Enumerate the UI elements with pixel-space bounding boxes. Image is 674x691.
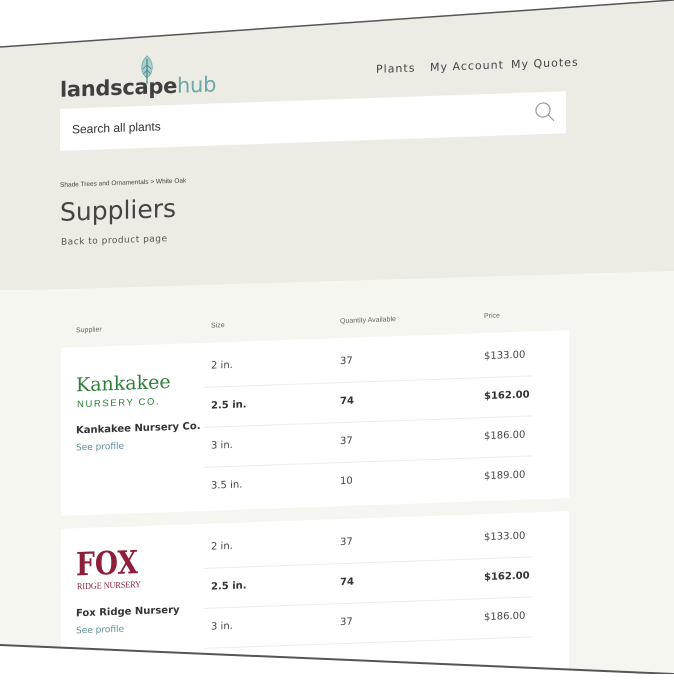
quantity-cell: 37 — [340, 616, 353, 629]
quantity-cell: 74 — [340, 395, 354, 408]
column-header-supplier: Supplier — [76, 326, 102, 335]
search-icon[interactable] — [534, 101, 556, 124]
column-header-price: Price — [484, 312, 500, 321]
kankakee-logo-text-1: Kankakee — [76, 371, 171, 396]
search-bar — [60, 91, 566, 151]
see-profile-kankakee[interactable]: See profile — [76, 442, 124, 454]
price-cell: $133.00 — [484, 349, 526, 363]
quantity-cell: 74 — [340, 576, 354, 589]
price-cell: $133.00 — [484, 530, 526, 544]
kankakee-logo-text-2: NURSERY CO. — [77, 396, 160, 410]
quantity-cell: 37 — [340, 536, 353, 549]
column-header-quantity: Quantity Available — [340, 316, 396, 326]
price-cell: $162.00 — [484, 389, 530, 403]
column-header-size: Size — [211, 322, 225, 330]
supplier-name-fox-ridge[interactable]: Fox Ridge Nursery — [76, 605, 180, 620]
brand-logo-landscape: landscape — [60, 73, 178, 102]
see-profile-fox-ridge[interactable]: See profile — [76, 625, 124, 637]
price-cell: $189.00 — [484, 469, 526, 483]
page-title: Suppliers — [60, 193, 177, 227]
supplier-card-kankakee: Kankakee NURSERY CO. Kankakee Nursery Co… — [61, 330, 569, 516]
price-cell: $186.00 — [484, 429, 526, 443]
quantity-cell: 37 — [340, 435, 353, 448]
nav-my-quotes[interactable]: My Quotes — [511, 56, 579, 71]
tree-icon — [141, 55, 153, 84]
size-cell: 2.5 in. — [211, 580, 247, 593]
size-cell: 2.5 in. — [211, 399, 247, 412]
size-cell: 3 in. — [211, 620, 233, 633]
price-cell: $162.00 — [484, 570, 530, 584]
fox-ridge-logo-text-1: FOX — [76, 543, 138, 583]
kankakee-logo: Kankakee NURSERY CO. — [76, 371, 171, 410]
nav-my-account[interactable]: My Account — [430, 58, 504, 74]
supplier-card-fox-ridge: FOX RIDGE NURSERY Fox Ridge Nursery See … — [61, 511, 569, 674]
quantity-cell: 37 — [340, 355, 353, 368]
page: landscapehub Plants My Account My Quotes… — [0, 0, 674, 674]
quantity-cell: 10 — [340, 475, 353, 488]
fox-ridge-logo: FOX RIDGE NURSERY — [76, 543, 141, 591]
size-cell: 3 in. — [211, 439, 233, 452]
brand-logo[interactable]: landscapehub — [60, 55, 217, 102]
page-content: landscapehub Plants My Account My Quotes… — [0, 0, 674, 674]
nav-plants[interactable]: Plants — [376, 61, 415, 75]
supplier-name-kankakee[interactable]: Kankakee Nursery Co. — [76, 421, 201, 436]
fox-ridge-logo-text-2: RIDGE NURSERY — [77, 579, 141, 591]
size-cell: 2 in. — [211, 540, 233, 553]
search-input[interactable] — [60, 92, 524, 151]
price-cell: $186.00 — [484, 610, 526, 624]
size-cell: 3.5 in. — [211, 479, 243, 492]
back-to-product-link[interactable]: Back to product page — [61, 234, 168, 248]
brand-logo-hub: hub — [177, 72, 217, 98]
breadcrumb[interactable]: Shade Trees and Ornamentals > White Oak — [60, 177, 186, 188]
size-cell: 2 in. — [211, 359, 233, 372]
